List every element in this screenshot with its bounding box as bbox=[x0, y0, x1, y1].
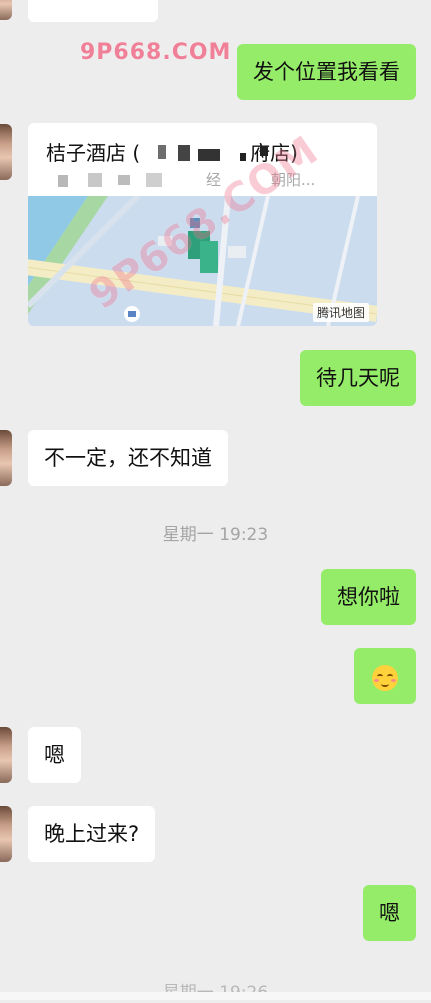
watermark-text: 9P668.COM bbox=[80, 40, 232, 65]
message-bubble-partial bbox=[28, 0, 158, 22]
contact-avatar[interactable] bbox=[0, 124, 12, 180]
message-bubble-self[interactable]: 待几天呢 bbox=[300, 350, 416, 406]
message-bubble-emoji[interactable] bbox=[354, 648, 416, 704]
contact-avatar[interactable] bbox=[0, 727, 12, 783]
message-bubble-self[interactable]: 想你啦 bbox=[321, 569, 416, 625]
message-bubble-other[interactable]: 不一定，还不知道 bbox=[28, 430, 228, 486]
bottom-input-area bbox=[0, 992, 431, 1000]
blushing-face-icon bbox=[372, 665, 398, 691]
message-bubble-other[interactable]: 嗯 bbox=[28, 727, 81, 783]
contact-avatar[interactable] bbox=[0, 0, 12, 20]
contact-avatar[interactable] bbox=[0, 806, 12, 862]
message-bubble-self[interactable]: 发个位置我看看 bbox=[237, 44, 416, 100]
contact-avatar[interactable] bbox=[0, 430, 12, 486]
timestamp: 星期一 19:23 bbox=[162, 525, 269, 545]
message-bubble-self[interactable]: 嗯 bbox=[363, 885, 416, 941]
message-bubble-other[interactable]: 晚上过来? bbox=[28, 806, 156, 862]
map-provider-label: 腾讯地图 bbox=[312, 303, 369, 322]
